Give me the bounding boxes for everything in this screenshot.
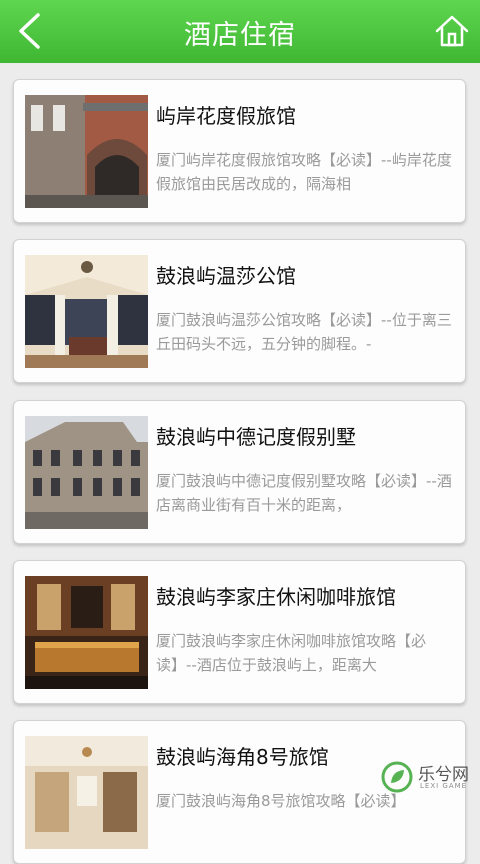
hotel-photo bbox=[25, 576, 148, 689]
leaf-logo-icon bbox=[381, 761, 413, 793]
app-header: 酒店住宿 bbox=[0, 0, 480, 63]
hotel-description: 厦门鼓浪屿中德记度假别墅攻略【必读】--酒店离商业街有百十米的距离， bbox=[156, 472, 452, 514]
hotel-photo bbox=[25, 95, 148, 208]
hotel-photo bbox=[25, 255, 148, 368]
watermark-subtext: LEXI GAME bbox=[420, 782, 468, 790]
hotel-photo bbox=[25, 736, 148, 849]
site-watermark: 乐兮网 LEXI GAME bbox=[380, 760, 472, 794]
hotel-card[interactable]: 鼓浪屿温莎公馆 厦门鼓浪屿温莎公馆攻略【必读】--位于离三丘田码头不远，五分钟的… bbox=[13, 239, 466, 383]
hotel-card[interactable]: 鼓浪屿李家庄休闲咖啡旅馆 厦门鼓浪屿李家庄休闲咖啡旅馆攻略【必读】--酒店位于鼓… bbox=[13, 560, 466, 704]
hotel-card[interactable]: 屿岸花度假旅馆 厦门屿岸花度假旅馆攻略【必读】--屿岸花度假旅馆由民居改成的，隔… bbox=[13, 79, 466, 223]
hotel-description: 厦门鼓浪屿温莎公馆攻略【必读】--位于离三丘田码头不远，五分钟的脚程。- bbox=[156, 311, 452, 353]
hotel-name: 鼓浪屿海角8号旅馆 bbox=[156, 745, 329, 769]
hotel-name: 鼓浪屿李家庄休闲咖啡旅馆 bbox=[156, 585, 396, 609]
hotel-name: 屿岸花度假旅馆 bbox=[156, 104, 296, 128]
hotel-description: 厦门鼓浪屿海角8号旅馆攻略【必读】 bbox=[156, 792, 406, 810]
hotel-description: 厦门屿岸花度假旅馆攻略【必读】--屿岸花度假旅馆由民居改成的，隔海相 bbox=[156, 151, 452, 193]
hotel-name: 鼓浪屿温莎公馆 bbox=[156, 264, 296, 288]
home-icon[interactable] bbox=[434, 13, 470, 49]
hotel-description: 厦门鼓浪屿李家庄休闲咖啡旅馆攻略【必读】--酒店位于鼓浪屿上，距离大 bbox=[156, 632, 427, 674]
page-title: 酒店住宿 bbox=[184, 20, 296, 51]
hotel-card[interactable]: 鼓浪屿中德记度假别墅 厦门鼓浪屿中德记度假别墅攻略【必读】--酒店离商业街有百十… bbox=[13, 400, 466, 544]
hotel-photo bbox=[25, 416, 148, 529]
hotel-name: 鼓浪屿中德记度假别墅 bbox=[156, 425, 356, 449]
